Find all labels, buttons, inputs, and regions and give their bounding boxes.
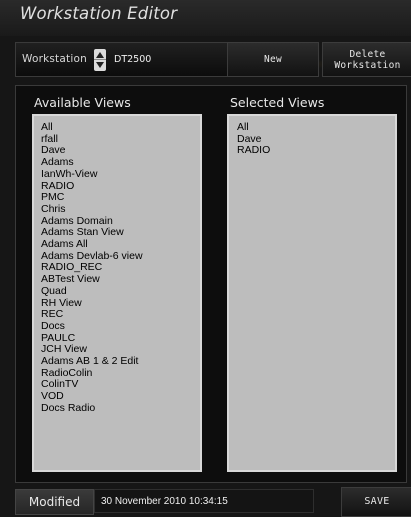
selected-view-item[interactable]: All [237,121,395,134]
available-view-item[interactable]: Docs Radio [41,402,200,415]
delete-workstation-button[interactable]: Delete Workstation [322,42,411,77]
available-view-item[interactable]: Quad [41,285,200,298]
available-view-item[interactable]: RADIO [41,180,200,193]
spinner-up-icon[interactable] [96,52,104,58]
available-view-item[interactable]: Chris [41,203,200,216]
selected-views-list[interactable]: All Dave RADIO [227,114,397,472]
selected-views-title: Selected Views [230,95,325,110]
delete-workstation-label: Delete Workstation [334,49,401,71]
available-view-item[interactable]: Adams All [41,238,200,251]
available-view-item[interactable]: All [41,121,200,134]
workstation-selector[interactable]: Workstation DT2500 [15,42,229,77]
workstation-value: DT2500 [114,54,152,65]
available-view-item[interactable]: RH View [41,297,200,310]
available-views-list[interactable]: All rfall Dave Adams IanWh-View RADIO PMC Chris… [32,114,202,472]
available-view-item[interactable]: ColinTV [41,379,200,391]
workstation-label: Workstation [22,53,87,65]
save-button[interactable]: SAVE [341,487,411,517]
spinner-divider [94,59,106,60]
window-title: Workstation Editor [20,4,178,23]
title-bar: Workstation Editor [0,0,411,36]
modified-label: Modified [15,489,94,515]
selected-view-item[interactable]: RADIO [237,145,395,157]
modified-value: 30 November 2010 10:34:15 [94,489,314,513]
spinner-down-icon[interactable] [96,62,104,68]
workstation-spinner[interactable] [94,49,106,71]
new-workstation-button[interactable]: New Workstation [227,42,319,98]
available-view-item[interactable]: IanWh-View [41,168,200,181]
available-view-item[interactable]: Adams AB 1 & 2 Edit [41,355,200,368]
available-view-item[interactable]: Docs [41,320,200,333]
available-views-title: Available Views [34,95,131,110]
